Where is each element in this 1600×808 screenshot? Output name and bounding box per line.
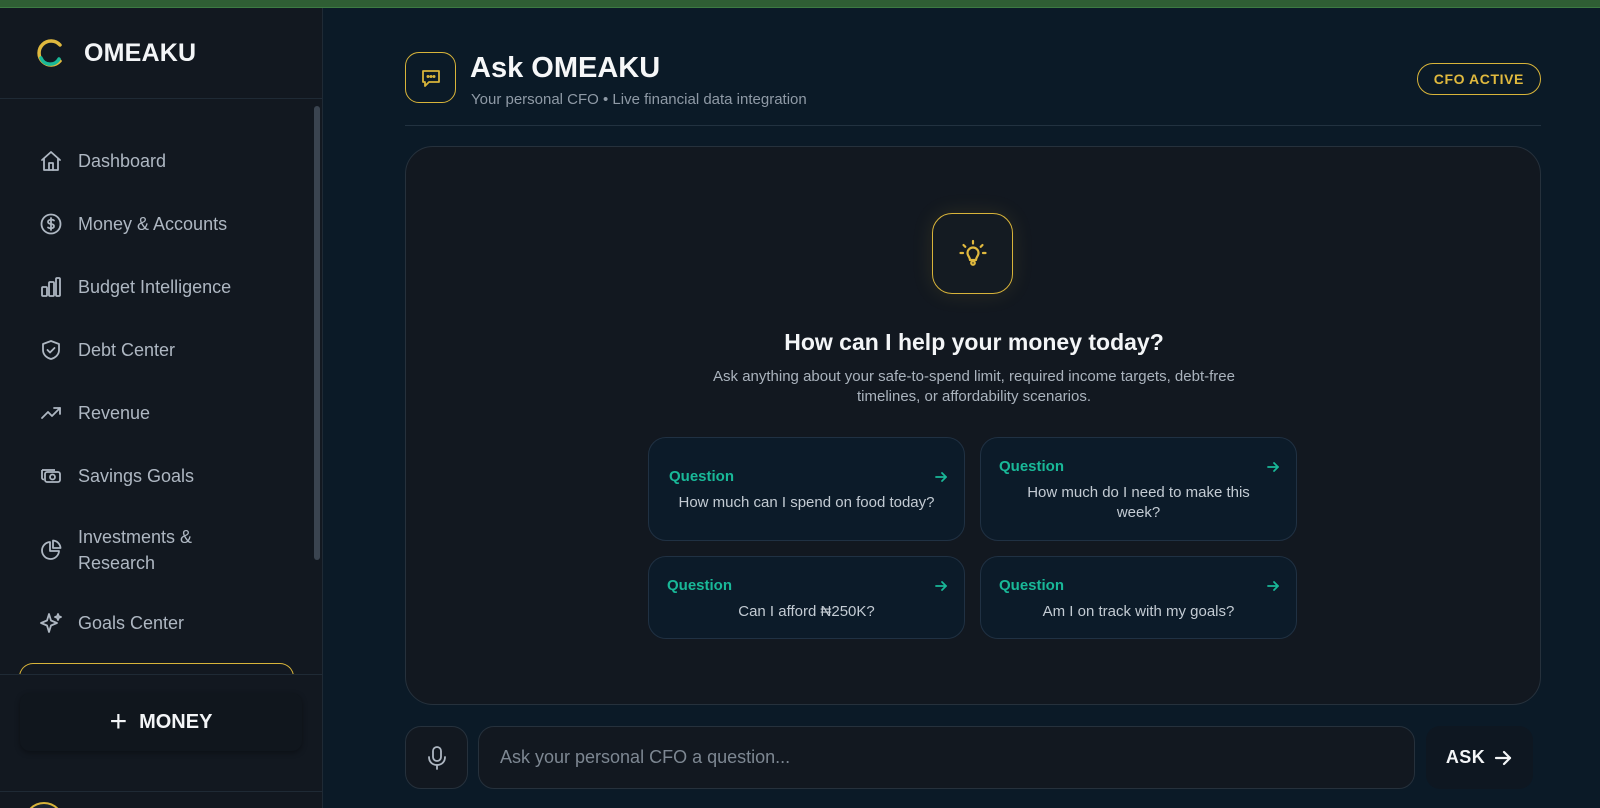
sidebar: OMEAKU Dashboard Money & Accounts Budget…	[0, 8, 323, 808]
welcome-title: How can I help your money today?	[784, 329, 1164, 355]
home-icon	[38, 148, 64, 174]
add-money-label: MONEY	[139, 710, 213, 733]
sidebar-item-label: Money & Accounts	[78, 214, 228, 234]
chat-panel: How can I help your money today? Ask any…	[405, 146, 1541, 705]
question-tag: Question	[669, 468, 735, 485]
trending-up-icon	[38, 400, 64, 426]
top-accent-bar	[0, 0, 1600, 8]
arrow-right-icon	[935, 581, 947, 591]
sidebar-item-label: Dashboard	[78, 151, 167, 171]
omeaku-logo-icon	[37, 39, 62, 67]
page-subtitle: Your personal CFO • Live financial data …	[471, 91, 807, 108]
sidebar-item-label: Savings Goals	[78, 466, 195, 486]
status-badge: CFO ACTIVE	[1416, 63, 1541, 95]
arrow-right-icon	[1267, 581, 1279, 591]
dollar-circle-icon	[38, 211, 64, 237]
ask-button-label: ASK	[1445, 747, 1486, 767]
welcome-subtitle: Ask anything about your safe-to-spend li…	[713, 368, 1235, 405]
pie-chart-icon	[38, 537, 64, 563]
suggested-question-card[interactable]: Question Can I afford ₦250K?	[648, 556, 965, 639]
sidebar-scroll-thumb[interactable]	[314, 106, 320, 560]
sidebar-item-label: Budget Intelligence	[78, 277, 232, 297]
sidebar-item-debt-center[interactable]: Debt Center	[38, 337, 175, 363]
voice-input-button[interactable]	[405, 726, 468, 789]
sidebar-item-money-accounts[interactable]: Money & Accounts	[38, 211, 227, 237]
sidebar-item-investments-research[interactable]: Investments & Research	[38, 524, 248, 576]
ask-button[interactable]: ASK	[1426, 726, 1533, 789]
question-input[interactable]	[478, 726, 1415, 789]
sidebar-item-goals-center[interactable]: Goals Center	[38, 610, 184, 636]
sidebar-item-label: Debt Center	[78, 340, 176, 360]
avatar[interactable]	[24, 802, 64, 808]
page-header: Ask OMEAKU Your personal CFO • Live fina…	[405, 52, 1541, 126]
plus-icon: +	[109, 705, 128, 738]
arrow-right-icon	[935, 472, 947, 482]
add-money-button[interactable]: + MONEY	[20, 693, 302, 751]
suggested-question-card[interactable]: Question How much do I need to make this…	[980, 437, 1297, 541]
sidebar-item-label: Revenue	[78, 403, 151, 423]
brand-name: OMEAKU	[84, 38, 197, 67]
arrow-right-icon	[1495, 750, 1512, 765]
question-text: How much do I need to make this week?	[1027, 484, 1250, 521]
question-text: Am I on track with my goals?	[1042, 603, 1235, 620]
sidebar-scrollbar[interactable]	[313, 100, 321, 570]
bar-chart-icon	[38, 274, 64, 300]
page-title: Ask OMEAKU	[470, 52, 661, 84]
brand[interactable]: OMEAKU	[0, 8, 322, 99]
question-tag: Question	[667, 577, 733, 594]
sidebar-item-savings-goals[interactable]: Savings Goals	[38, 463, 194, 489]
sidebar-item-dashboard[interactable]: Dashboard	[38, 148, 166, 174]
arrow-right-icon	[1267, 462, 1279, 472]
suggested-question-card[interactable]: Question Am I on track with my goals?	[980, 556, 1297, 639]
shield-check-icon	[38, 337, 64, 363]
sidebar-item-revenue[interactable]: Revenue	[38, 400, 150, 426]
divider	[0, 791, 322, 792]
question-text: Can I afford ₦250K?	[738, 603, 875, 620]
suggested-question-card[interactable]: Question How much can I spend on food to…	[648, 437, 965, 541]
question-tag: Question	[999, 577, 1065, 594]
sparkles-icon	[38, 610, 64, 636]
chat-bubble-icon	[405, 52, 456, 103]
sidebar-item-label: Goals Center	[78, 613, 185, 633]
lightbulb-icon	[932, 213, 1013, 294]
question-text: How much can I spend on food today?	[678, 494, 935, 511]
sidebar-nav: Dashboard Money & Accounts Budget Intell…	[0, 100, 315, 680]
sidebar-footer: + MONEY	[0, 674, 322, 808]
sidebar-item-label: Investments & Research	[78, 527, 193, 573]
microphone-icon	[427, 745, 446, 770]
cash-icon	[38, 463, 64, 489]
question-tag: Question	[999, 458, 1065, 475]
sidebar-item-budget-intelligence[interactable]: Budget Intelligence	[38, 274, 231, 300]
